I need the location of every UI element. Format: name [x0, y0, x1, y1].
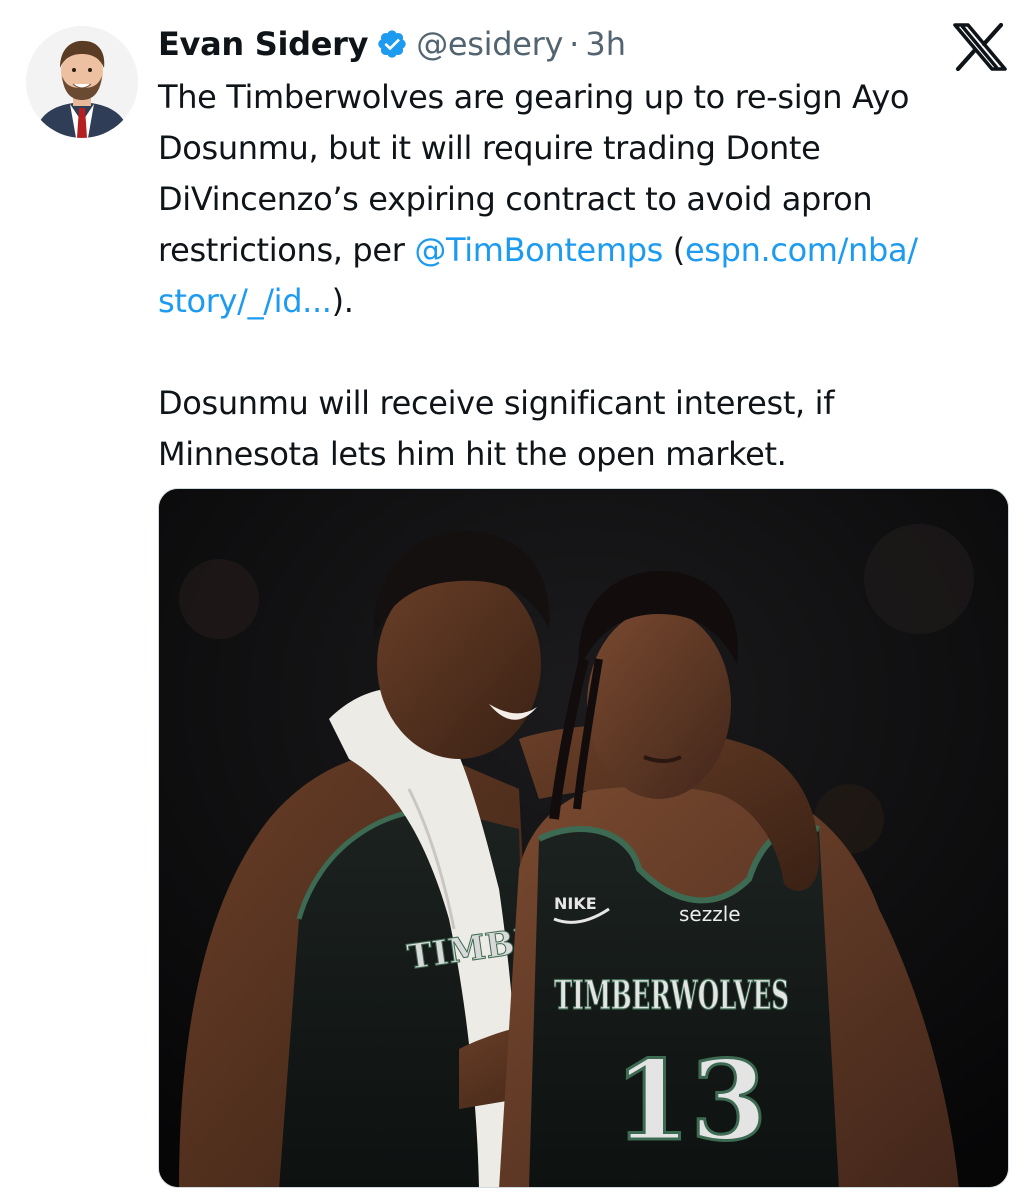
x-logo-icon[interactable] — [953, 22, 1007, 72]
media-image: TIMBER NIKE sezzle TIMBERWOLVES 13 — [159, 489, 1008, 1187]
tweet-text-line: The Timberwolves are gearing up to re-si… — [158, 78, 910, 116]
tweet-text-fragment: ( — [662, 231, 686, 269]
tweet-text: The Timberwolves are gearing up to re-si… — [158, 72, 1018, 480]
avatar[interactable] — [26, 26, 138, 138]
tweet-text-fragment: ). — [331, 282, 354, 320]
mention-link[interactable]: @TimBontemps — [414, 231, 663, 269]
jersey-number: 13 — [614, 1036, 767, 1165]
tweet-header: Evan Sidery @esidery · 3h — [158, 22, 626, 66]
jersey-sponsor-text: sezzle — [679, 902, 741, 926]
tweet-media-photo[interactable]: TIMBER NIKE sezzle TIMBERWOLVES 13 — [158, 488, 1009, 1188]
jersey-team-lettering: TIMBERWOLVES — [554, 972, 789, 1019]
verified-badge-icon — [376, 28, 408, 60]
tweet-text-fragment: restrictions, per — [158, 231, 415, 269]
author-display-name[interactable]: Evan Sidery — [158, 25, 369, 63]
article-link[interactable]: espn.com/nba/ — [685, 231, 918, 269]
avatar-image — [26, 26, 138, 138]
article-link[interactable]: story/_/id... — [158, 282, 332, 320]
author-handle[interactable]: @esidery — [416, 25, 563, 63]
brand-mark: NIKE — [554, 894, 597, 913]
header-separator: · — [569, 25, 580, 63]
tweet-timestamp[interactable]: 3h — [585, 25, 626, 63]
tweet-text-line: DiVincenzo’s expiring contract to avoid … — [158, 180, 873, 218]
tweet-text-line: story/_/id...). — [158, 276, 1018, 327]
tweet-card: Evan Sidery @esidery · 3h The Timberwolv… — [0, 0, 1033, 1200]
tweet-text-line: Minnesota lets him hit the open market. — [158, 435, 787, 473]
tweet-text-line: Dosunmu, but it will require trading Don… — [158, 129, 821, 167]
tweet-text-line: Dosunmu will receive significant interes… — [158, 384, 835, 422]
tweet-text-line: restrictions, per @TimBontemps (espn.com… — [158, 225, 1018, 276]
